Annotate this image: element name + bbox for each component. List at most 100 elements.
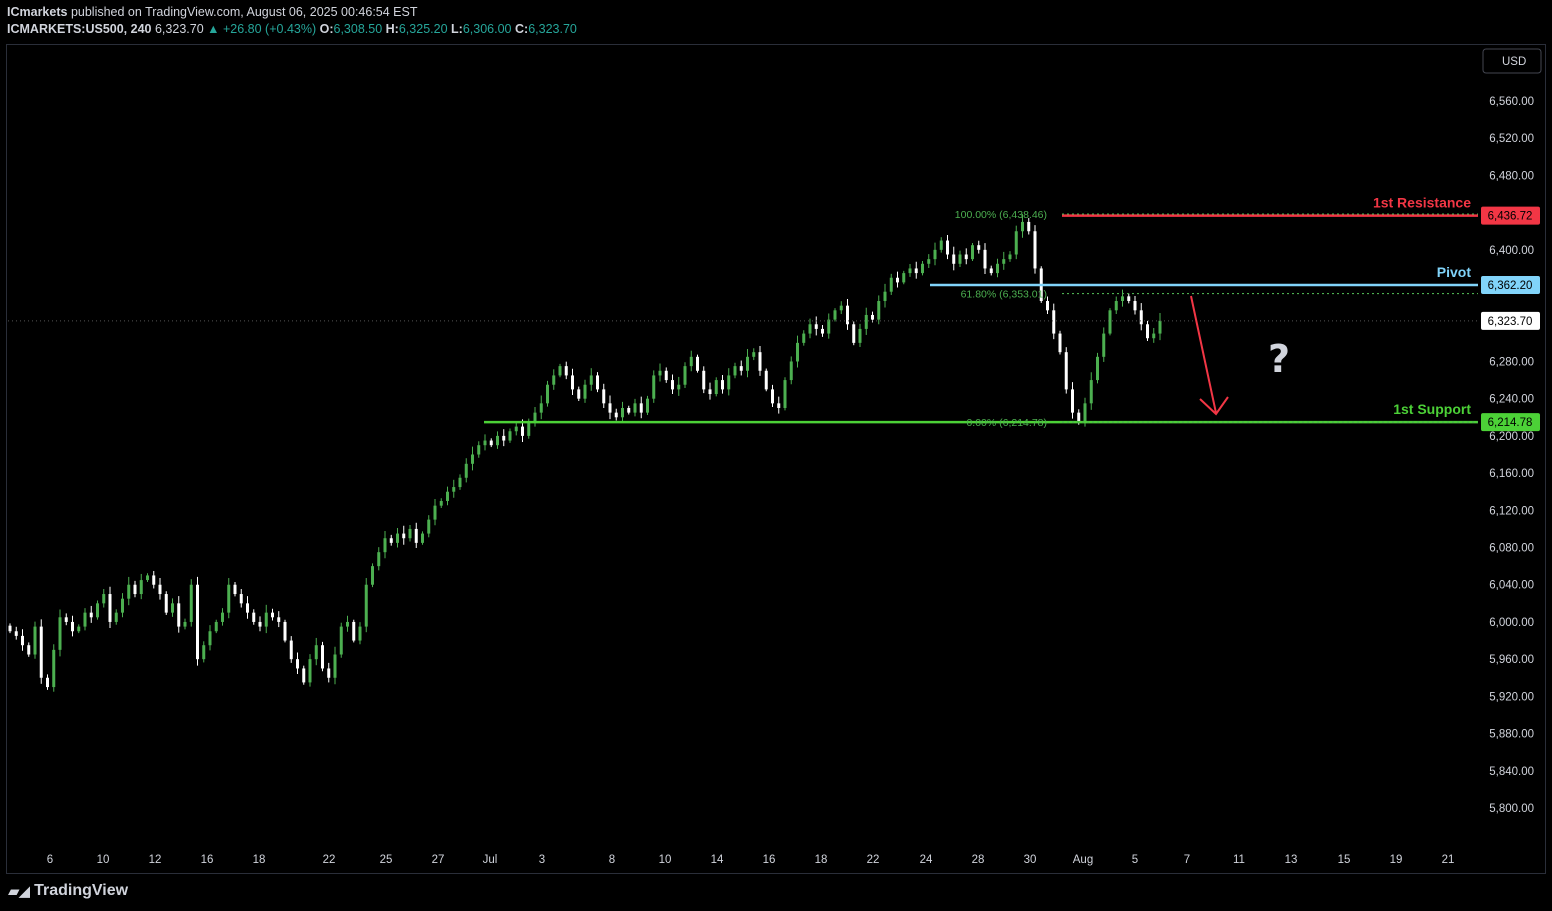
candle-body: [714, 380, 718, 395]
time-tick-label: 6: [47, 854, 53, 866]
candle-body: [608, 403, 612, 413]
candle-body: [277, 617, 281, 622]
time-tick-label: 25: [380, 854, 393, 866]
time-tick-label: 13: [1285, 854, 1298, 866]
price-chart[interactable]: 1st Resistance 6,436.72 Pivot 6,362.20 1st S…: [0, 0, 1552, 911]
candle-body: [458, 477, 462, 488]
time-tick-label: 11: [1233, 854, 1245, 866]
time-tick-label: 18: [815, 854, 828, 866]
candle-body: [1058, 333, 1062, 353]
candle-body: [733, 366, 737, 376]
fib-label: 61.80% (6,353.01): [961, 289, 1047, 301]
candle-body: [708, 389, 712, 395]
time-tick-label: Aug: [1073, 854, 1093, 866]
candle-body: [933, 249, 937, 260]
candle-body: [108, 594, 112, 622]
price-tick-label: 5,840.00: [1489, 766, 1534, 778]
candle-body: [864, 314, 868, 329]
candle-body: [1158, 320, 1162, 334]
candle-body: [371, 566, 374, 585]
price-tick-label: 6,000.00: [1489, 617, 1534, 629]
candle-body: [489, 440, 493, 446]
candle-body: [902, 273, 906, 283]
candle-body: [846, 305, 849, 325]
candle-body: [671, 380, 674, 390]
candle-body: [589, 375, 593, 385]
candle-body: [421, 533, 424, 543]
candle-body: [502, 435, 506, 441]
candle-body: [1127, 296, 1131, 302]
price-tick-label: 6,040.00: [1489, 580, 1534, 592]
candle-body: [1089, 380, 1093, 404]
candle-body: [127, 584, 131, 599]
candle-body: [427, 519, 431, 534]
candle-body: [533, 412, 537, 422]
candle-body: [1064, 352, 1068, 390]
candle-body: [964, 254, 968, 260]
candle-body: [683, 366, 687, 385]
price-tick-label: 6,240.00: [1489, 394, 1534, 406]
candle-body: [27, 645, 31, 655]
candle-body: [358, 626, 362, 641]
candle-body: [227, 584, 231, 613]
price-tick-label: 5,800.00: [1489, 803, 1534, 815]
candle-body: [739, 366, 743, 371]
candle-body: [783, 380, 787, 408]
candle-body: [377, 552, 381, 567]
candle-body: [596, 375, 599, 390]
candle-body: [558, 366, 562, 376]
candle-body: [971, 245, 974, 260]
candle-body: [727, 375, 731, 390]
candle-body: [46, 677, 49, 688]
candle-body: [1077, 412, 1081, 422]
candle-body: [14, 631, 18, 636]
last-price-label: 6,323.70: [1488, 316, 1533, 328]
level-name: 1st Resistance: [1373, 195, 1471, 211]
price-axis: 5,800.00 5,840.00 5,880.00 5,920.00 5,960.00…: [1489, 96, 1534, 815]
candle-body: [402, 533, 406, 539]
price-tick-label: 6,560.00: [1489, 96, 1534, 108]
candle-body: [1133, 301, 1137, 311]
candle-body: [146, 575, 149, 581]
candle-body: [527, 421, 531, 436]
candle-body: [1108, 310, 1112, 334]
candle-body: [758, 352, 762, 371]
price-tick-label: 6,160.00: [1489, 468, 1534, 480]
candle-body: [208, 631, 212, 646]
candle-body: [271, 612, 274, 618]
candle-body: [296, 659, 299, 669]
candle-body: [564, 366, 568, 376]
candle-body: [89, 612, 93, 618]
projection-arrow: ?: [1190, 295, 1290, 416]
price-tick-label: 6,080.00: [1489, 543, 1534, 555]
price-tick-label: 6,520.00: [1489, 133, 1534, 145]
candle-body: [1027, 221, 1031, 232]
candle-body: [452, 487, 456, 492]
candle-body: [952, 254, 956, 264]
candle-body: [446, 491, 449, 502]
candle-body: [39, 626, 43, 678]
level-price-label: 6,436.72: [1488, 211, 1533, 223]
candle-body: [133, 584, 137, 595]
candle-body: [252, 612, 256, 622]
candle-body: [1008, 254, 1012, 260]
candle-body: [83, 612, 87, 627]
candle-body: [239, 594, 243, 604]
candle-body: [321, 645, 324, 669]
candle-body: [658, 370, 662, 376]
candle-body: [627, 407, 631, 413]
candle-body: [927, 259, 931, 264]
candle-body: [171, 603, 174, 613]
candle-body: [496, 435, 499, 446]
candle-body: [771, 389, 774, 404]
candle-body: [152, 575, 156, 585]
footer-brand[interactable]: ▰◢ TradingView: [8, 882, 128, 900]
candle-body: [327, 668, 331, 678]
candle-body: [977, 245, 981, 250]
candle-body: [883, 291, 887, 302]
candle-body: [546, 384, 549, 404]
candle-body: [246, 603, 249, 613]
currency-button-label: USD: [1502, 56, 1526, 68]
candle-body: [796, 342, 799, 362]
candle-body: [614, 412, 618, 418]
